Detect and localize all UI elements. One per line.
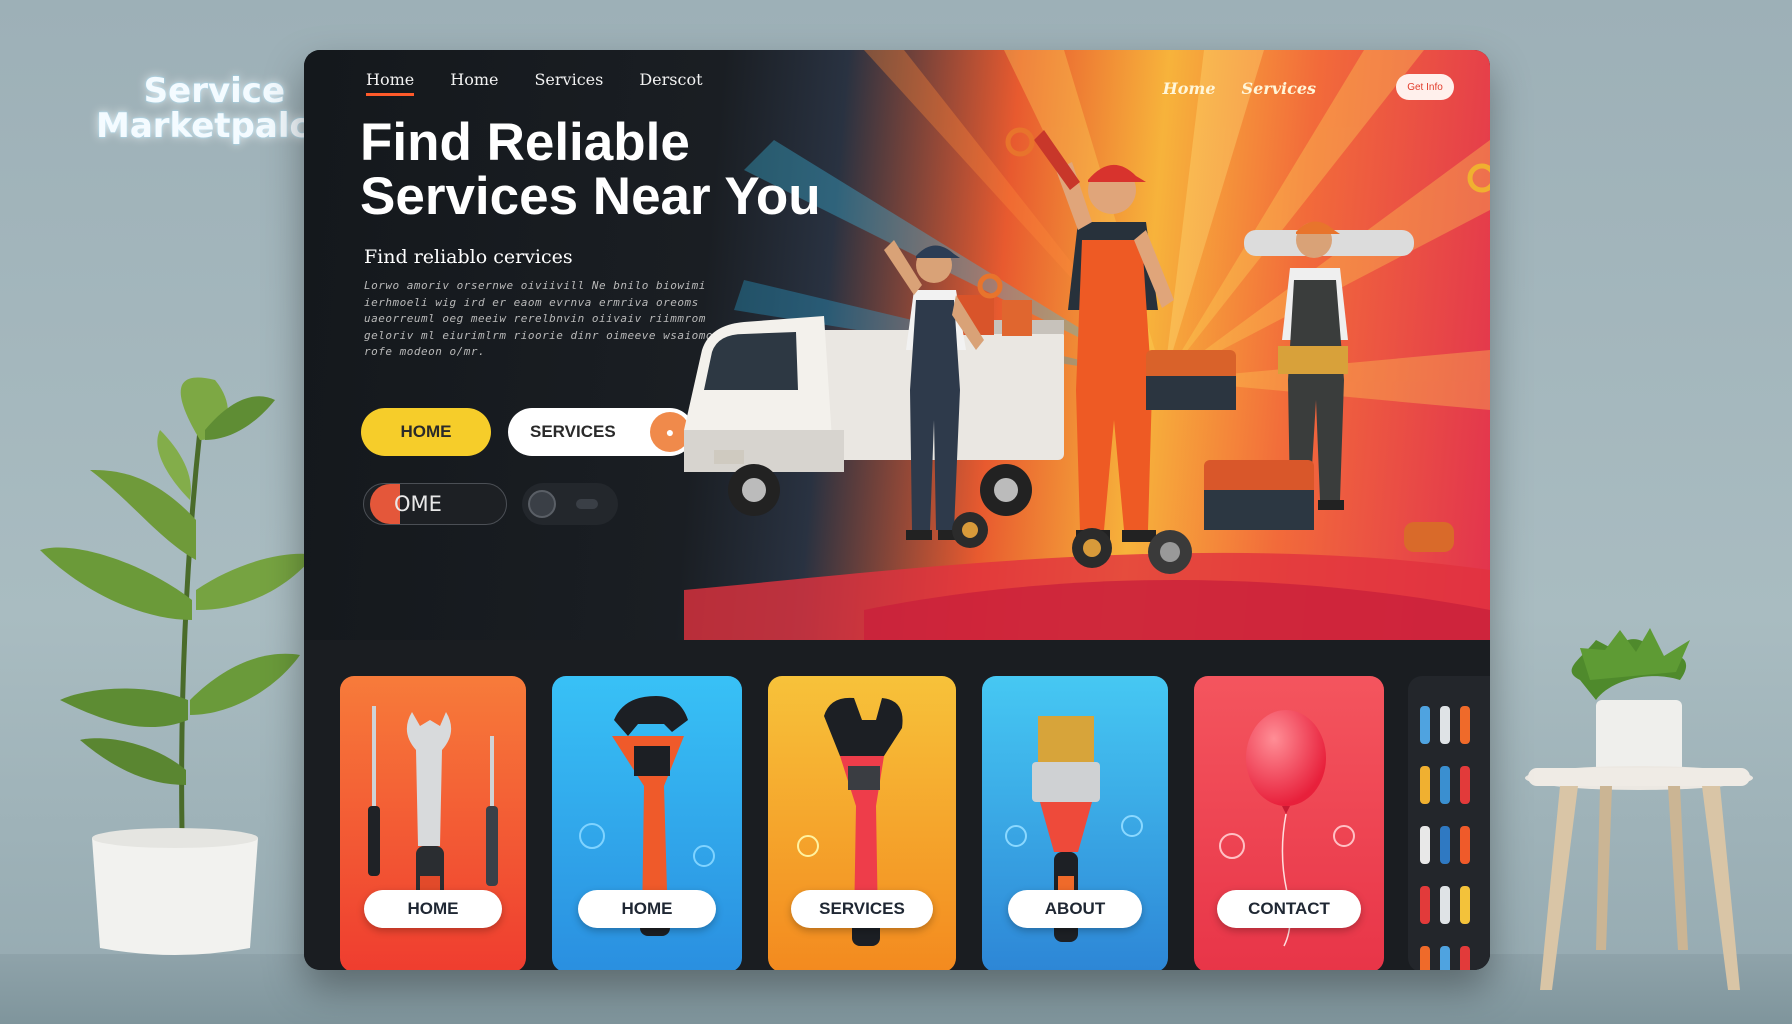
service-card-about[interactable]: ABOUT [982,676,1168,970]
hero-section: Home Home Services Derscot Home Services… [304,50,1490,640]
potted-plant-left [40,377,315,955]
service-card-home[interactable]: HOME [340,676,526,970]
plant-leaves [40,377,315,833]
toggle-track [576,499,598,509]
hero-subheadline: Find reliablo cervices [364,246,573,268]
nav-link-services[interactable]: Services [534,70,603,96]
home-button[interactable]: HOME [361,408,491,456]
workers-illustration [684,127,1490,574]
website-mockup: Home Home Services Derscot Home Services… [304,50,1490,970]
top-nav-left: Home Home Services Derscot [366,70,703,96]
nav-link-home-active[interactable]: Home [366,70,415,96]
card-label-home-2[interactable]: HOME [578,890,716,928]
services-button-label: SERVICES [530,422,616,441]
card-label-about[interactable]: ABOUT [1008,890,1142,928]
services-button[interactable]: SERVICES ● [508,408,694,456]
service-cards-row: HOME HOME SERVICES ABOUT CONTACT [304,640,1490,970]
home-outline-label: OME [394,492,442,516]
plant-pot [92,838,258,955]
card-label-contact[interactable]: CONTACT [1217,890,1361,928]
toggle-knob-icon [528,490,556,518]
card-label-services[interactable]: SERVICES [791,890,933,928]
service-card-services[interactable]: SERVICES [768,676,956,970]
dark-toggle-switch[interactable] [522,483,618,525]
card-label-home[interactable]: HOME [364,890,502,928]
service-card-home-2[interactable]: HOME [552,676,742,970]
home-outline-button[interactable]: OME [363,483,507,525]
service-truck [684,295,1064,516]
service-card-contact[interactable]: CONTACT [1194,676,1384,970]
service-card-partial [1408,676,1490,970]
nav-link-home[interactable]: Home [450,70,498,96]
